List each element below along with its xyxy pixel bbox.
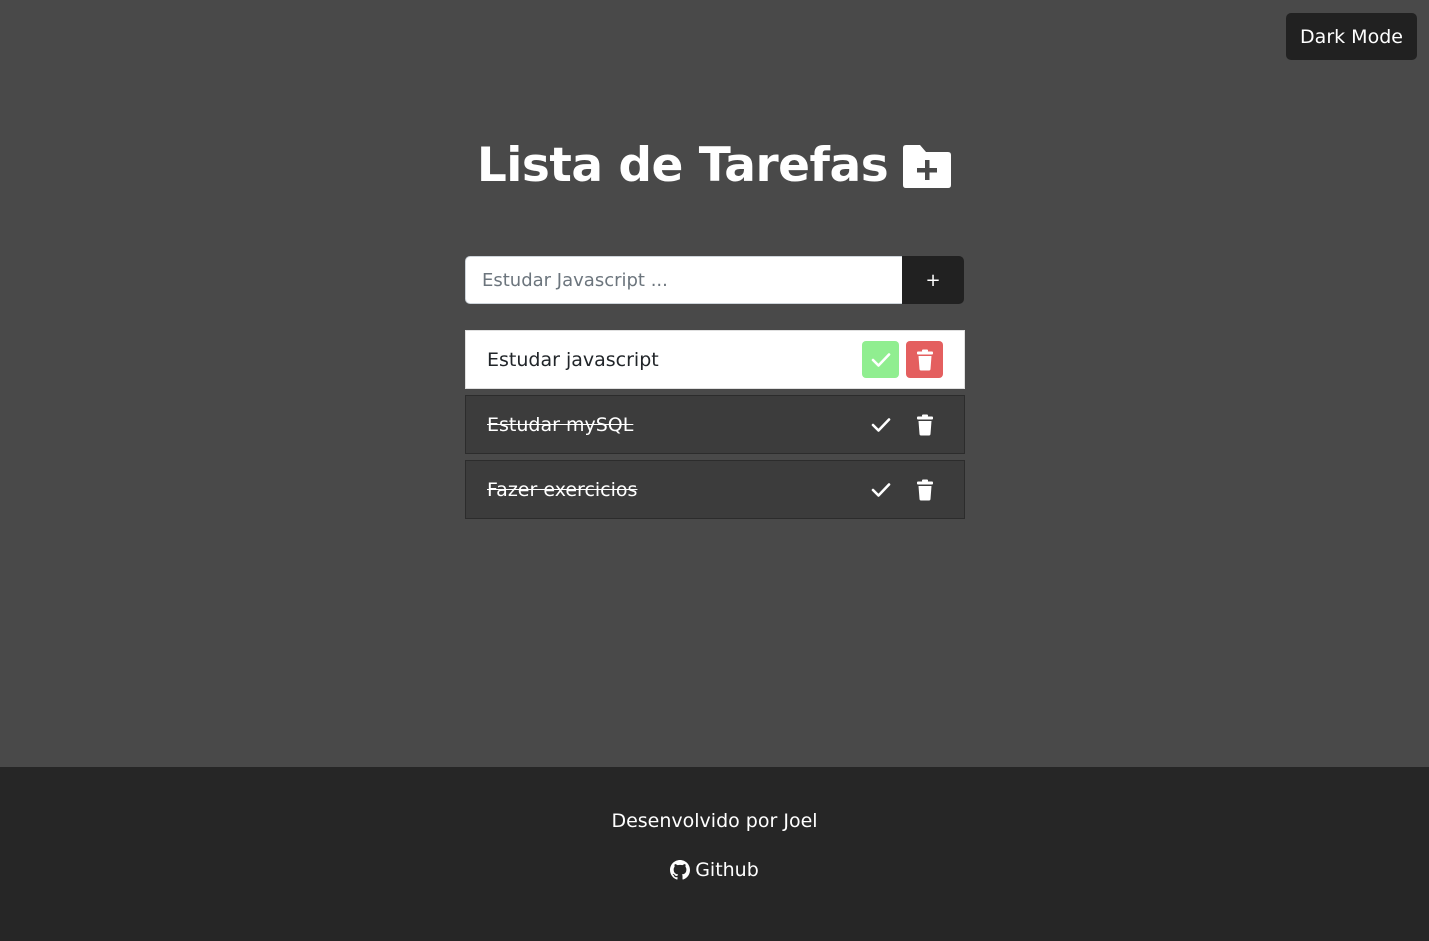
todo-text: Estudar javascript (487, 348, 659, 371)
todo-item: Estudar mySQL (465, 395, 965, 454)
todo-text: Fazer exercicios (487, 478, 638, 501)
todo-item: Fazer exercicios (465, 460, 965, 519)
trash-icon (916, 479, 933, 500)
main-area: Dark Mode Lista de Tarefas + Estudar jav… (0, 0, 1429, 767)
todo-actions (862, 341, 943, 378)
delete-button[interactable] (906, 471, 943, 508)
title-wrap: Lista de Tarefas (0, 138, 1429, 193)
todo-list: Estudar javascript Estudar mySQL Fazer e… (465, 330, 965, 525)
add-task-button[interactable]: + (902, 256, 964, 304)
github-label: Github (695, 859, 759, 881)
trash-icon (916, 349, 933, 370)
todo-item: Estudar javascript (465, 330, 965, 389)
footer-credit: Desenvolvido por Joel (611, 810, 818, 832)
delete-button[interactable] (906, 341, 943, 378)
footer: Desenvolvido por Joel Github (0, 767, 1429, 941)
complete-button[interactable] (862, 406, 899, 443)
todo-text: Estudar mySQL (487, 413, 634, 436)
todo-actions (862, 471, 943, 508)
complete-button[interactable] (862, 471, 899, 508)
todo-actions (862, 406, 943, 443)
folder-plus-icon (902, 143, 952, 189)
task-input[interactable] (465, 256, 902, 304)
dark-mode-button[interactable]: Dark Mode (1286, 13, 1417, 60)
page-title: Lista de Tarefas (476, 138, 889, 193)
check-icon (871, 482, 890, 497)
page: Dark Mode Lista de Tarefas + Estudar jav… (0, 0, 1429, 941)
delete-button[interactable] (906, 406, 943, 443)
trash-icon (916, 414, 933, 435)
github-link[interactable]: Github (670, 859, 759, 881)
github-icon (670, 860, 691, 880)
task-form: + (465, 256, 964, 304)
check-icon (871, 417, 890, 432)
check-icon (871, 352, 890, 367)
complete-button[interactable] (862, 341, 899, 378)
